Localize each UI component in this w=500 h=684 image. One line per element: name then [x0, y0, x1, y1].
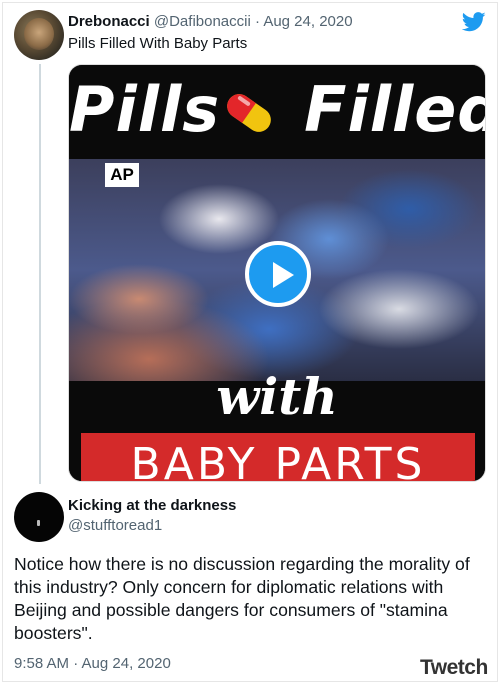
media-red-banner: BABY PARTS — [81, 433, 475, 482]
tweet-timestamp[interactable]: 9:58 AM · Aug 24, 2020 — [14, 655, 171, 672]
pill-icon — [227, 94, 271, 132]
thread-connector-line — [39, 64, 41, 484]
user-handle[interactable]: @stufftoread1 — [68, 517, 162, 534]
avatar-figure — [37, 520, 40, 526]
media-title-word2: Filled — [304, 73, 486, 146]
tweet-text: Notice how there is no discussion regard… — [14, 554, 470, 643]
ap-source-badge: AP — [105, 163, 139, 187]
play-icon — [273, 262, 294, 288]
tweet-text: Pills Filled With Baby Parts — [68, 35, 248, 52]
play-button[interactable] — [245, 241, 311, 307]
avatar[interactable] — [14, 492, 64, 542]
separator-dot: · — [250, 13, 264, 30]
display-name[interactable]: Drebonacci — [68, 13, 150, 30]
media-title-word1: Pills — [69, 73, 221, 146]
twetch-watermark: Twetch — [420, 656, 488, 679]
display-name[interactable]: Kicking at the darkness — [68, 497, 236, 514]
user-handle[interactable]: @Dafibonaccii — [154, 13, 251, 30]
media-banner-text: BABY PARTS — [130, 439, 426, 482]
video-thumbnail[interactable]: Pills Filled AP with BABY PARTS — [68, 64, 486, 482]
twitter-bird-icon[interactable] — [462, 12, 486, 32]
tweet-date[interactable]: Aug 24, 2020 — [263, 13, 352, 30]
avatar-face — [24, 18, 54, 50]
tweet-header: Drebonacci @Dafibonaccii · Aug 24, 2020 — [68, 13, 353, 30]
media-with-text: with — [216, 367, 338, 426]
avatar[interactable] — [14, 10, 64, 60]
